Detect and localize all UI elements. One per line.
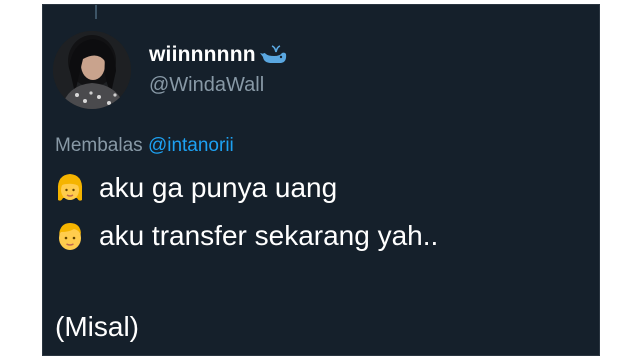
- author-name-row[interactable]: wiinnnnnn: [149, 43, 288, 67]
- tweet-card: wiinnnnnn @WindaWall Membalas @intanorii: [42, 4, 600, 356]
- user-handle[interactable]: @WindaWall: [149, 74, 264, 97]
- tweet-line-2-text: aku transfer sekarang yah..: [99, 220, 439, 251]
- display-name[interactable]: wiinnnnnn: [149, 43, 256, 67]
- avatar[interactable]: [53, 31, 131, 109]
- replying-to-label: Membalas: [55, 135, 143, 156]
- whale-icon: [259, 44, 288, 66]
- tweet-line-4-text: (Misal): [55, 311, 139, 342]
- thread-connector-line: [95, 5, 97, 19]
- tweet-text-line: aku ga punya uang: [55, 172, 337, 204]
- mention-link[interactable]: @intanorii: [148, 135, 234, 156]
- tweet-text-line: (Misal): [55, 311, 139, 343]
- woman-emoji-icon: [55, 172, 85, 204]
- tweet-line-1-text: aku ga punya uang: [99, 172, 338, 203]
- tweet-text-line: aku transfer sekarang yah..: [55, 220, 438, 252]
- man-emoji-icon: [55, 220, 85, 252]
- replying-to-line: Membalas @intanorii: [55, 135, 234, 157]
